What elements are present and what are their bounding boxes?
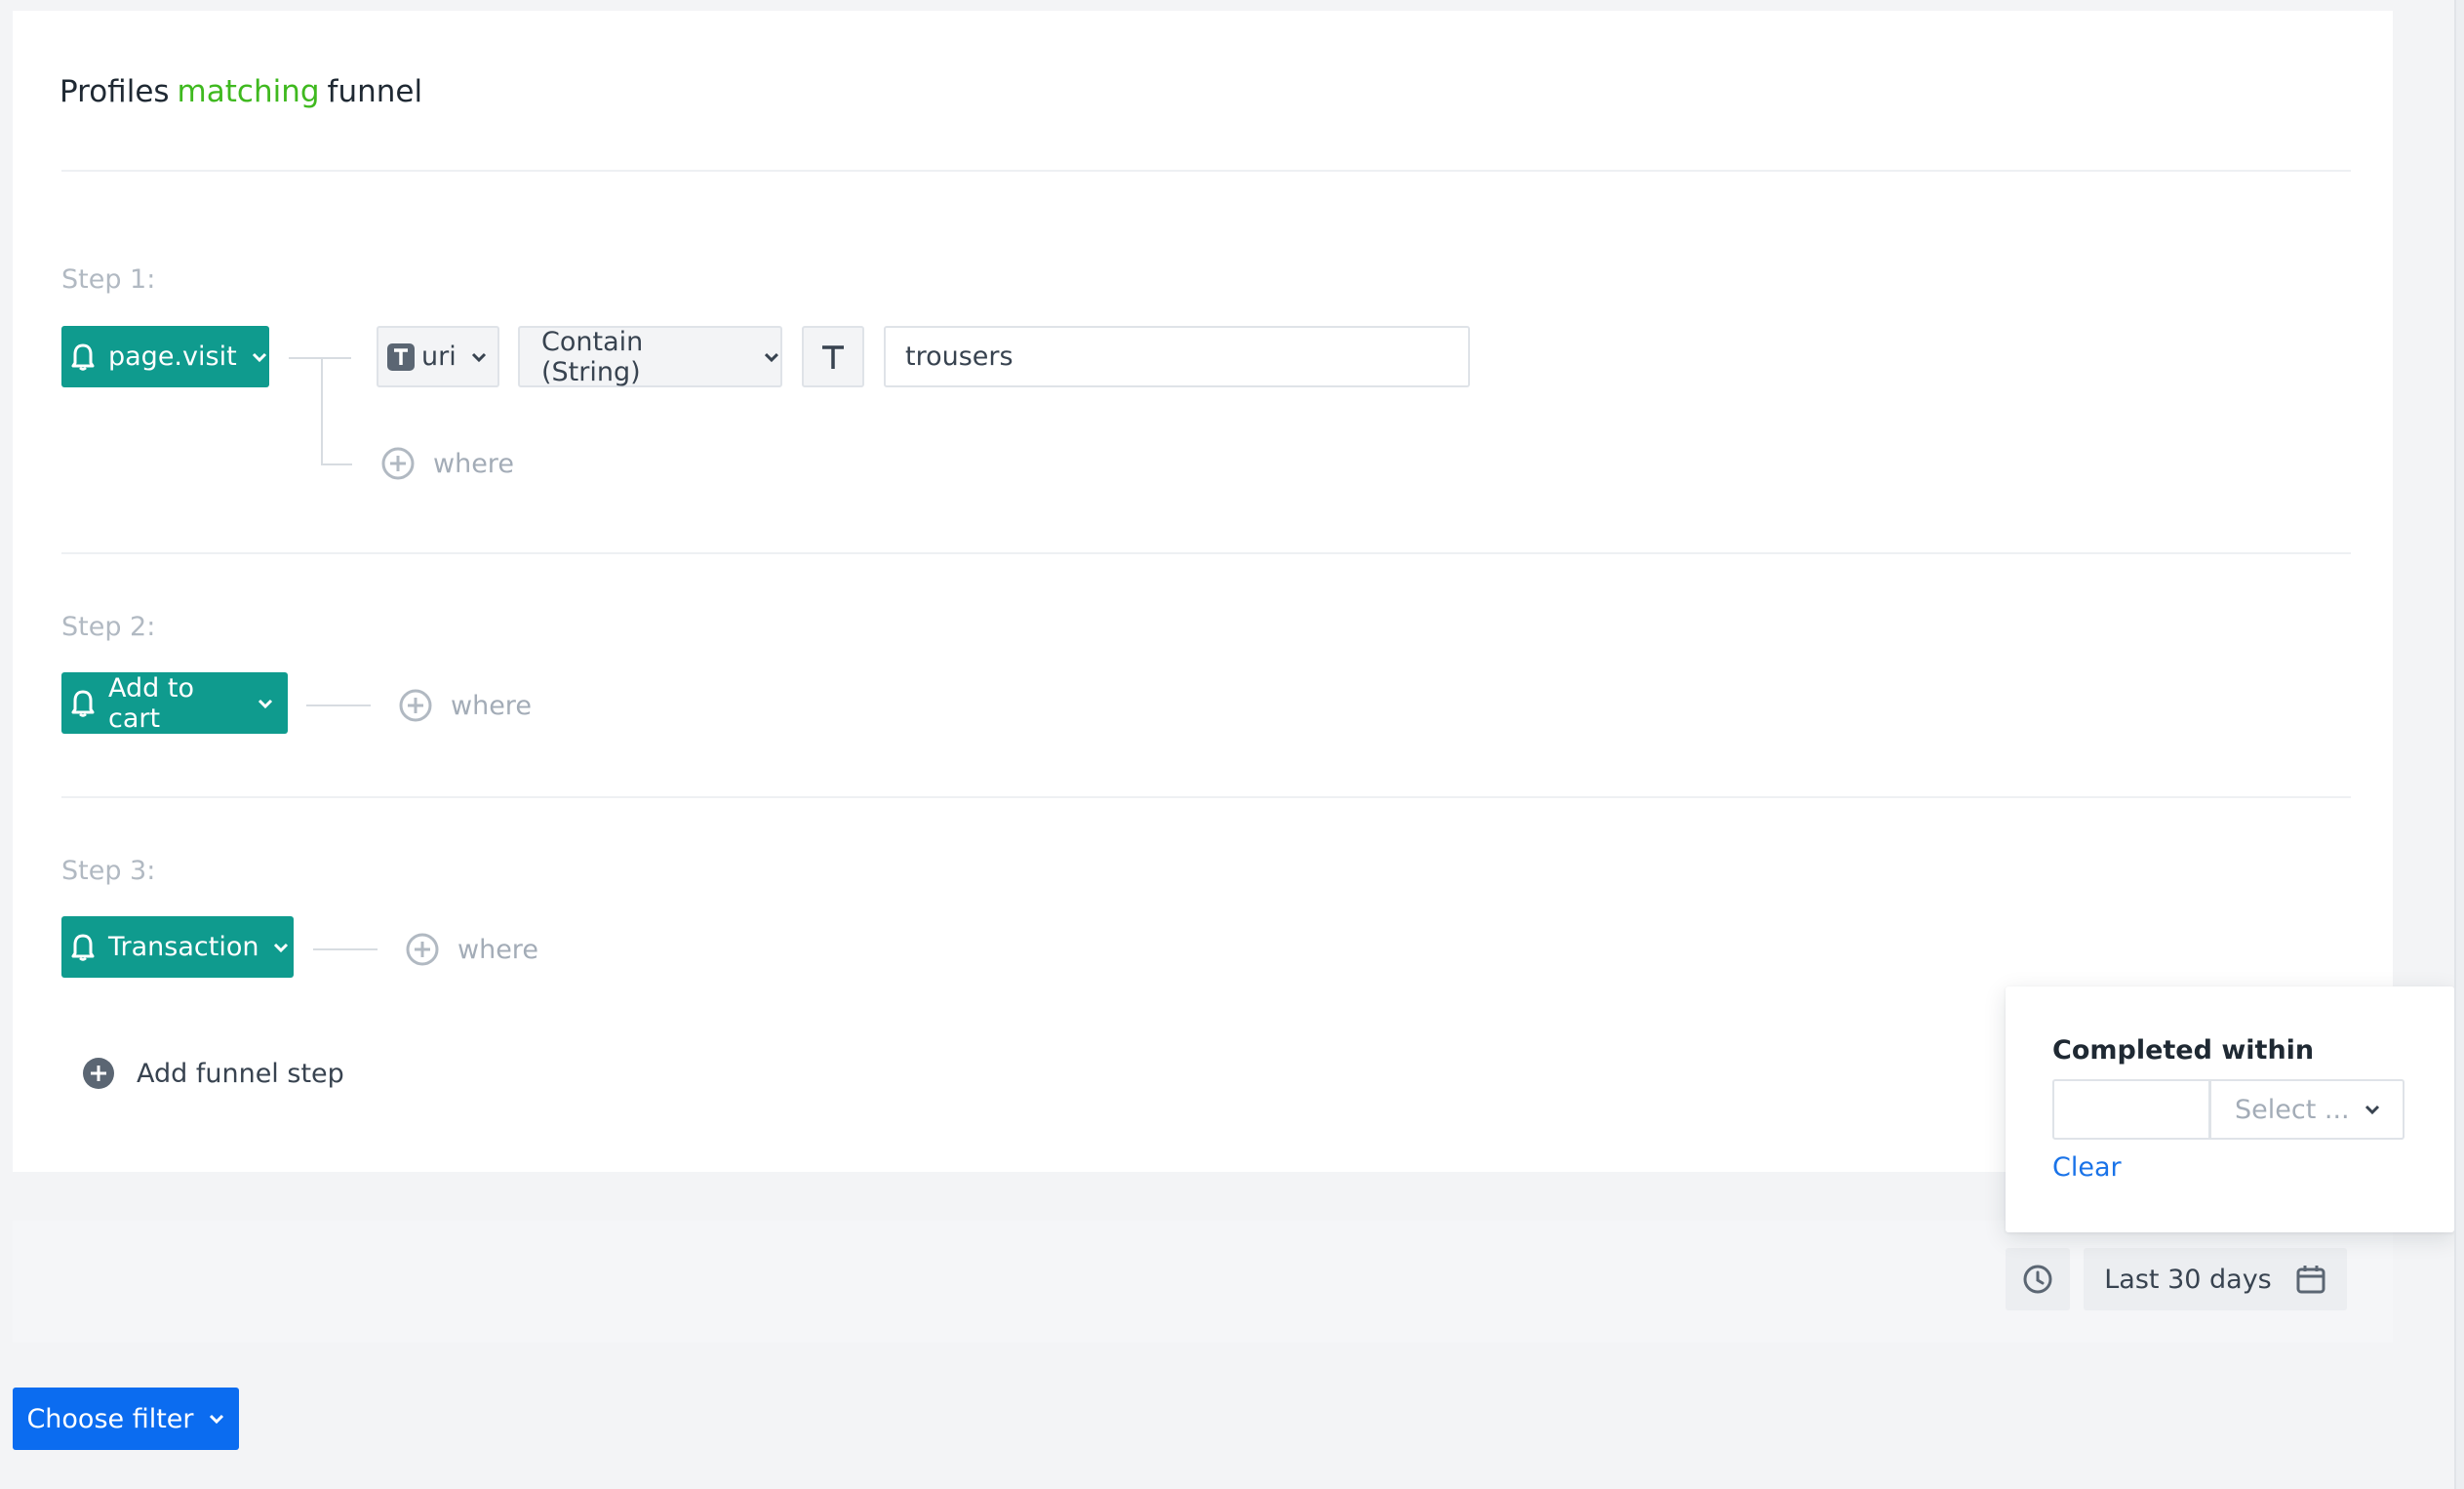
calendar-icon — [2296, 1266, 2325, 1294]
plus-circle-filled-icon — [83, 1058, 114, 1089]
divider — [61, 796, 2351, 798]
chevron-down-icon — [209, 1414, 223, 1425]
where-label: where — [433, 448, 514, 479]
plus-circle-icon — [381, 447, 415, 480]
completed-within-popover: Completed within Select ... Clear — [2006, 986, 2454, 1232]
step-2-add-where[interactable]: where — [398, 688, 532, 723]
step-1-event-select[interactable]: page.visit — [61, 326, 269, 387]
step-3-event-select[interactable]: Transaction — [61, 916, 294, 978]
title-part-matching: matching — [177, 74, 320, 109]
step-2-label: Step 2: — [61, 612, 156, 642]
bell-icon — [71, 690, 95, 717]
plus-circle-icon — [399, 689, 432, 722]
completed-within-amount-input[interactable] — [2052, 1079, 2210, 1140]
step-1-operator-label: Contain (String) — [541, 326, 644, 387]
where-label: where — [451, 690, 532, 721]
step-1-value-input[interactable]: trousers — [884, 326, 1470, 387]
connector-line — [306, 704, 371, 706]
clock-icon — [2023, 1265, 2052, 1294]
completed-within-toggle[interactable] — [2006, 1248, 2070, 1310]
step-3-event-label: Transaction — [108, 932, 259, 962]
page-title: Profiles matching funnel — [60, 74, 422, 109]
chevron-down-icon — [258, 699, 273, 708]
text-type-icon — [822, 344, 844, 369]
chevron-down-icon — [471, 352, 486, 362]
step-1-value-type-button[interactable] — [802, 326, 864, 387]
step-1-param-select[interactable]: uri — [377, 326, 499, 387]
divider — [61, 170, 2351, 172]
bell-icon — [71, 934, 95, 961]
title-part-funnel: funnel — [327, 74, 423, 109]
date-range-label: Last 30 days — [2104, 1264, 2272, 1295]
add-funnel-step-label: Add funnel step — [137, 1058, 344, 1089]
where-label: where — [457, 934, 538, 965]
step-2-event-label: Add to cart — [108, 672, 194, 734]
date-range-button[interactable]: Last 30 days — [2084, 1248, 2347, 1310]
connector-line — [321, 357, 323, 464]
connector-line — [321, 463, 352, 465]
step-2-event-select[interactable]: Add to cart — [61, 672, 288, 734]
title-part-profiles: Profiles — [60, 74, 170, 109]
step-1-label: Step 1: — [61, 264, 156, 295]
text-type-icon — [387, 342, 415, 371]
chevron-down-icon — [252, 352, 266, 362]
divider — [61, 552, 2351, 554]
step-1-param-label: uri — [421, 342, 457, 372]
add-funnel-step-button[interactable]: Add funnel step — [82, 1057, 344, 1090]
step-1-operator-select[interactable]: Contain (String) — [518, 326, 782, 387]
connector-line — [289, 357, 351, 359]
step-3-add-where[interactable]: where — [405, 932, 538, 967]
clear-link[interactable]: Clear — [2052, 1152, 2122, 1183]
completed-within-unit-select[interactable]: Select ... — [2209, 1079, 2404, 1140]
chevron-down-icon — [2365, 1105, 2380, 1115]
chevron-down-icon — [274, 943, 289, 952]
step-3-label: Step 3: — [61, 856, 156, 886]
choose-filter-label: Choose filter — [26, 1403, 194, 1434]
scrollbar-track[interactable] — [2454, 0, 2464, 1489]
completed-within-title: Completed within — [2052, 1035, 2315, 1066]
unit-select-placeholder: Select ... — [2235, 1094, 2350, 1125]
connector-line — [313, 948, 378, 950]
choose-filter-button[interactable]: Choose filter — [13, 1388, 239, 1450]
plus-circle-icon — [406, 933, 439, 966]
step-1-event-label: page.visit — [108, 342, 237, 372]
step-1-add-where[interactable]: where — [380, 446, 514, 481]
step-1-value-text: trousers — [905, 342, 1013, 372]
chevron-down-icon — [765, 352, 779, 362]
bell-icon — [71, 343, 95, 371]
